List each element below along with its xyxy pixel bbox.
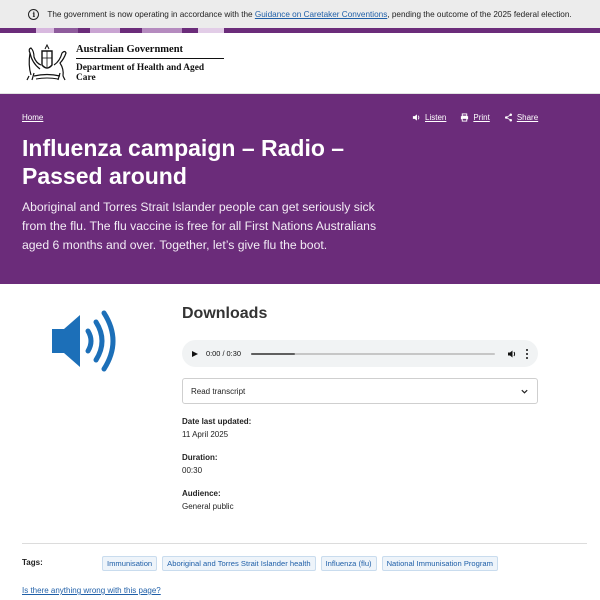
more-options-icon[interactable] xyxy=(525,348,528,359)
breadcrumb-home-link[interactable]: Home xyxy=(22,113,43,122)
share-label: Share xyxy=(516,113,539,122)
coat-of-arms-logo[interactable] xyxy=(22,43,72,83)
listen-label: Listen xyxy=(425,113,447,122)
duration-value: 00:30 xyxy=(182,466,203,475)
report-issue-link[interactable]: Is there anything wrong with this page? xyxy=(22,586,161,595)
tag-indigenous-health[interactable]: Aboriginal and Torres Strait Islander he… xyxy=(162,556,316,571)
audio-speaker-icon xyxy=(52,310,116,372)
section-divider xyxy=(22,543,587,544)
audience-label: Audience: xyxy=(182,489,221,498)
play-icon[interactable] xyxy=(192,350,198,357)
tags-list: Immunisation Aboriginal and Torres Strai… xyxy=(102,556,498,571)
audio-time: 0:00 / 0:30 xyxy=(206,349,241,358)
downloads-heading: Downloads xyxy=(182,305,268,322)
tag-influenza[interactable]: Influenza (flu) xyxy=(320,556,377,571)
duration-block: Duration: 00:30 xyxy=(182,453,218,475)
caretaker-notice: i The government is now operating in acc… xyxy=(0,0,600,28)
site-header: Australian Government Department of Heal… xyxy=(0,33,600,94)
read-transcript-toggle[interactable]: Read transcript xyxy=(182,378,538,404)
printer-icon xyxy=(461,113,469,122)
read-transcript-label: Read transcript xyxy=(191,386,246,396)
listen-button[interactable]: Listen xyxy=(412,113,446,122)
volume-icon[interactable] xyxy=(507,349,517,359)
share-button[interactable]: Share xyxy=(504,113,538,122)
tag-national-immunisation-program[interactable]: National Immunisation Program xyxy=(381,556,498,571)
date-updated-block: Date last updated: 11 April 2025 xyxy=(182,417,251,439)
audio-player[interactable]: 0:00 / 0:30 xyxy=(182,340,538,367)
share-icon xyxy=(504,113,512,122)
audio-seek-bar[interactable] xyxy=(250,352,495,355)
info-icon: i xyxy=(28,8,40,20)
print-button[interactable]: Print xyxy=(460,113,490,122)
caretaker-guidance-link[interactable]: Guidance on Caretaker Conventions xyxy=(255,10,387,19)
notice-text-before: The government is now operating in accor… xyxy=(47,9,255,19)
date-updated-label: Date last updated: xyxy=(182,417,252,426)
government-wordmark[interactable]: Australian Government Department of Heal… xyxy=(76,44,224,83)
page-actions: Listen Print Share xyxy=(412,113,538,122)
notice-text: The government is now operating in accor… xyxy=(47,10,571,19)
page-hero: Home Listen Print Share Influenza campai… xyxy=(0,94,600,284)
decorative-stripe xyxy=(0,28,600,33)
tag-immunisation[interactable]: Immunisation xyxy=(102,556,158,571)
speaker-icon xyxy=(412,114,420,121)
chevron-down-icon xyxy=(521,389,528,394)
tags-label: Tags: xyxy=(22,558,43,567)
department-name: Department of Health and Aged Care xyxy=(76,57,224,83)
date-updated-value: 11 April 2025 xyxy=(182,430,229,439)
page-description: Aboriginal and Torres Strait Islander pe… xyxy=(22,200,377,252)
audience-value: General public xyxy=(182,502,234,511)
audio-seek-progress xyxy=(250,352,295,355)
duration-label: Duration: xyxy=(182,453,218,462)
government-name: Australian Government xyxy=(76,43,184,55)
notice-text-after: , pending the outcome of the 2025 federa… xyxy=(387,9,572,19)
audience-block: Audience: General public xyxy=(182,489,234,511)
print-label: Print xyxy=(473,113,490,122)
page-title: Influenza campaign – Radio – Passed arou… xyxy=(22,135,345,189)
